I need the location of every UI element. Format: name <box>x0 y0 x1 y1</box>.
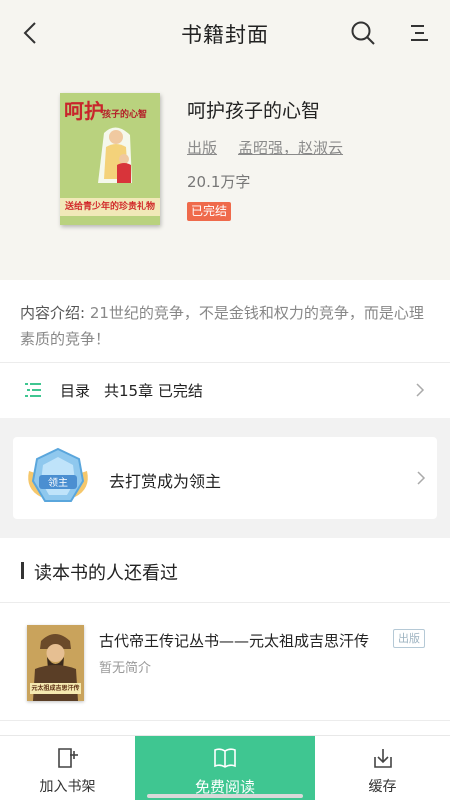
search-button[interactable] <box>348 18 378 48</box>
medal-text: 领主 <box>48 476 68 489</box>
open-book-icon <box>214 748 236 768</box>
toc-row[interactable]: 目录 共15章 已完结 <box>0 363 450 417</box>
section-marker <box>21 562 24 579</box>
divider <box>0 602 450 603</box>
lord-medal-icon: 领主 <box>28 447 88 502</box>
home-indicator[interactable] <box>147 794 303 798</box>
book-header: 书籍封面 呵护 孩子的心智 送给青少年的珍贵礼物 呵护孩子的心智 出版 孟昭强，… <box>0 0 450 280</box>
book-author-link[interactable]: 孟昭强，赵淑云 <box>238 137 343 158</box>
cover-band: 送给青少年的珍贵礼物 <box>60 198 160 216</box>
chevron-right-icon <box>416 383 425 397</box>
page-title: 书籍封面 <box>181 23 269 47</box>
reward-text: 去打赏成为领主 <box>109 472 222 491</box>
menu-icon <box>411 25 428 41</box>
word-count: 20.1万字 <box>187 173 251 191</box>
top-bar: 书籍封面 <box>0 0 450 66</box>
cover-title-small: 孩子的心智 <box>102 110 148 120</box>
toc-summary: 共15章 已完结 <box>104 382 203 400</box>
cache-button[interactable]: 缓存 <box>315 736 450 800</box>
status-badge: 已完结 <box>187 202 232 221</box>
add-shelf-label: 加入书架 <box>39 779 96 795</box>
cache-label: 缓存 <box>368 779 397 795</box>
chevron-right-icon <box>417 471 426 485</box>
download-icon <box>373 749 392 768</box>
add-to-shelf-button[interactable]: 加入书架 <box>0 736 135 800</box>
menu-button[interactable] <box>404 18 434 48</box>
free-read-button[interactable]: 免费阅读 <box>135 736 315 800</box>
divider <box>0 720 450 721</box>
book-cover[interactable]: 呵护 孩子的心智 送给青少年的珍贵礼物 <box>60 93 160 225</box>
book-intro: 内容介绍: 21世纪的竞争，不是金钱和权力的竞争，而是心理素质的竞争！ <box>20 300 430 352</box>
book-type-link[interactable]: 出版 <box>187 137 217 158</box>
intro-label: 内容介绍: <box>20 304 86 322</box>
rec-cover-caption: 元太祖成吉思汗传 <box>30 683 81 694</box>
section-title: 读本书的人还看过 <box>34 563 178 584</box>
reward-card[interactable]: 领主 去打赏成为领主 <box>13 437 437 519</box>
rec-book-cover[interactable]: 元太祖成吉思汗传 <box>27 625 84 701</box>
cover-title-big: 呵护 <box>64 99 104 123</box>
rec-book-desc: 暂无简介 <box>99 661 152 676</box>
toc-label: 目录 <box>60 382 91 400</box>
add-bookshelf-icon <box>57 748 78 768</box>
search-icon <box>351 21 375 45</box>
cover-illustration <box>98 127 132 183</box>
book-title: 呵护孩子的心智 <box>187 100 321 122</box>
rec-book-title: 古代帝王传记丛书——元太祖成吉思汗传 <box>99 632 370 650</box>
bottom-nav: 加入书架 免费阅读 缓存 <box>0 735 450 800</box>
rec-book-tag: 出版 <box>393 629 425 648</box>
list-icon <box>25 383 41 397</box>
